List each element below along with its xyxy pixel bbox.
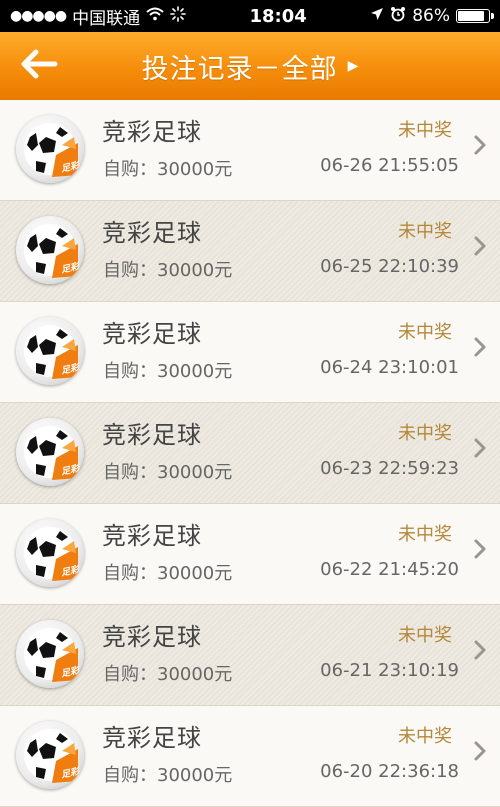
navigation-bar: 投注记录－全部 ▶ [0,32,500,100]
bet-datetime: 06-22 21:45:20 [320,559,459,580]
chevron-right-icon [473,639,487,665]
lottery-game-name: 竞彩足球 [102,219,202,247]
lottery-game-name: 竞彩足球 [102,522,202,550]
bet-record-row[interactable]: 足彩 竞彩足球 自购：30000元 未中奖 06-26 21:55:05 [0,100,500,201]
location-arrow-icon [370,6,384,26]
chevron-right-icon [473,740,487,766]
prize-status: 未中奖 [398,322,452,343]
bet-datetime: 06-26 21:55:05 [320,155,459,176]
status-right: 86% [370,6,494,27]
purchase-amount: 自购：30000元 [103,664,233,685]
alarm-clock-icon [390,6,406,27]
lottery-game-name: 竞彩足球 [102,118,202,146]
bet-datetime: 06-23 22:59:23 [320,458,459,479]
battery-icon [456,9,494,23]
bet-record-row[interactable]: 足彩 竞彩足球 自购：30000元 未中奖 06-24 23:10:01 [0,302,500,403]
chevron-right-icon [473,134,487,160]
bet-record-row[interactable]: 足彩 竞彩足球 自购：30000元 未中奖 06-25 22:10:39 [0,201,500,302]
lottery-game-name: 竞彩足球 [102,623,202,651]
battery-percent: 86% [412,6,450,26]
back-button[interactable] [14,42,64,90]
page-title: 投注记录－全部 [141,53,338,85]
purchase-amount: 自购：30000元 [103,462,233,483]
lottery-game-name: 竞彩足球 [102,320,202,348]
bet-record-row[interactable]: 足彩 竞彩足球 自购：30000元 未中奖 06-22 21:45:20 [0,504,500,605]
bet-record-list: 足彩 竞彩足球 自购：30000元 未中奖 06-26 21:55:05 足彩 … [0,100,500,807]
bet-datetime: 06-25 22:10:39 [320,256,459,277]
bet-datetime: 06-24 23:10:01 [320,357,459,378]
football-lottery-logo-icon: 足彩 [16,519,84,587]
status-bar: ●●●●● 中国联通 18:04 86% [0,0,500,32]
football-lottery-logo-icon: 足彩 [16,721,84,789]
chevron-right-icon [473,336,487,362]
prize-status: 未中奖 [398,423,452,444]
prize-status: 未中奖 [398,726,452,747]
prize-status: 未中奖 [398,625,452,646]
status-time: 18:04 [249,5,307,27]
football-lottery-logo-icon: 足彩 [16,317,84,385]
signal-strength-icon: ●●●●● [10,8,67,24]
chevron-right-icon [473,538,487,564]
battery-level [458,11,484,21]
purchase-amount: 自购：30000元 [103,159,233,180]
prize-status: 未中奖 [398,221,452,242]
bet-record-row[interactable]: 足彩 竞彩足球 自购：30000元 未中奖 06-20 22:36:18 [0,706,500,807]
purchase-amount: 自购：30000元 [103,361,233,382]
activity-spinner-icon [170,5,186,27]
chevron-right-icon [473,235,487,261]
carrier-name: 中国联通 [72,8,141,29]
prize-status: 未中奖 [398,524,452,545]
bet-record-row[interactable]: 足彩 竞彩足球 自购：30000元 未中奖 06-21 23:10:19 [0,605,500,706]
bet-datetime: 06-20 22:36:18 [320,761,459,782]
chevron-right-icon [473,437,487,463]
bet-record-row[interactable]: 足彩 竞彩足球 自购：30000元 未中奖 06-23 22:59:23 [0,403,500,504]
purchase-amount: 自购：30000元 [103,563,233,584]
purchase-amount: 自购：30000元 [103,260,233,281]
wifi-icon [146,6,164,26]
football-lottery-logo-icon: 足彩 [16,115,84,183]
chevron-right-icon: ▶ [347,58,359,74]
purchase-amount: 自购：30000元 [103,765,233,786]
football-lottery-logo-icon: 足彩 [16,418,84,486]
prize-status: 未中奖 [398,120,452,141]
back-arrow-icon [19,48,59,84]
lottery-game-name: 竞彩足球 [102,724,202,752]
bet-datetime: 06-21 23:10:19 [320,660,459,681]
football-lottery-logo-icon: 足彩 [16,620,84,688]
filter-title-button[interactable]: 投注记录－全部 ▶ [142,47,359,86]
lottery-game-name: 竞彩足球 [102,421,202,449]
status-left: ●●●●● 中国联通 [10,4,186,29]
football-lottery-logo-icon: 足彩 [16,216,84,284]
